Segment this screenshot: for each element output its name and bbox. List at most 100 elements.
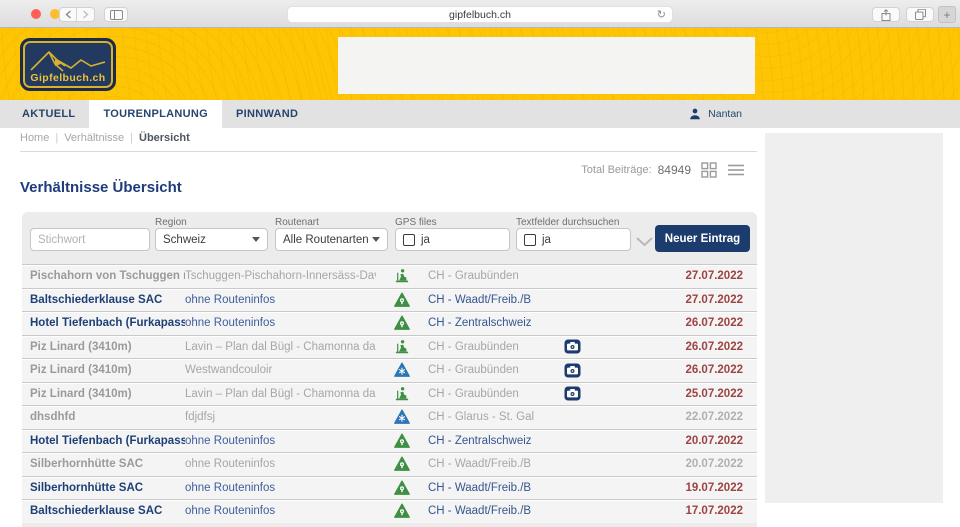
entry-name[interactable]: Pischahorn von Tschuggen na	[22, 270, 185, 282]
entries-table: Pischahorn von Tschuggen na Tschuggen-Pi…	[22, 264, 757, 523]
photo-camera-icon[interactable]	[564, 363, 581, 378]
gps-files-label: GPS files	[395, 217, 437, 228]
entry-date: 20.07.2022	[592, 458, 757, 470]
new-entry-button[interactable]: Neuer Eintrag	[655, 225, 750, 252]
address-bar[interactable]: gipfelbuch.ch ↻	[287, 6, 673, 23]
grid-view-icon[interactable]	[701, 162, 717, 178]
entry-name[interactable]: Silberhornhütte SAC	[22, 458, 185, 470]
textfields-filter: ja	[516, 228, 631, 251]
nav-item-tourenplanung[interactable]: TOURENPLANUNG	[89, 100, 222, 128]
entry-name[interactable]: Piz Linard (3410m)	[22, 388, 185, 400]
collapse-filters-icon[interactable]	[636, 234, 653, 252]
nav-item-pinnwand[interactable]: PINNWAND	[222, 100, 312, 128]
table-row[interactable]: Piz Linard (3410m) Westwandcouloir CH - …	[22, 358, 757, 382]
sidebar-ad-placeholder	[765, 133, 943, 503]
region-select[interactable]: Schweiz	[155, 228, 268, 251]
entry-route[interactable]: Lavin – Plan dal Bügl - Chamonna dal Lin…	[185, 388, 376, 400]
entry-route[interactable]: ohne Routeninfos	[185, 505, 376, 517]
new-tab-button[interactable]: +	[938, 6, 956, 23]
gps-checkbox[interactable]	[403, 234, 415, 246]
entry-name[interactable]: Piz Linard (3410m)	[22, 364, 185, 376]
table-row[interactable]: Silberhornhütte SAC ohne Routeninfos CH …	[22, 452, 757, 476]
entry-date: 26.07.2022	[592, 317, 757, 329]
breadcrumb-separator: |	[55, 132, 58, 144]
entry-type-cell	[376, 433, 428, 449]
nav-item-aktuell[interactable]: AKTUELL	[8, 100, 89, 128]
entry-type-cell	[376, 480, 428, 496]
textfields-checkbox[interactable]	[524, 234, 536, 246]
mountain-hut-icon	[394, 503, 410, 519]
entry-name[interactable]: Silberhornhütte SAC	[22, 482, 185, 494]
reload-icon[interactable]: ↻	[657, 8, 666, 21]
entry-route[interactable]: ohne Routeninfos	[185, 317, 376, 329]
page-title: Verhältnisse Übersicht	[20, 179, 182, 196]
entry-name[interactable]: Piz Linard (3410m)	[22, 341, 185, 353]
entry-name[interactable]: Baltschiederklause SAC	[22, 294, 185, 306]
entry-route[interactable]: ohne Routeninfos	[185, 458, 376, 470]
breadcrumb-link[interactable]: Home	[20, 132, 49, 144]
mountain-hut-icon	[394, 315, 410, 331]
photo-camera-icon[interactable]	[564, 339, 581, 354]
entry-date: 17.07.2022	[592, 505, 757, 517]
mountain-hut-icon	[394, 292, 410, 308]
entry-route[interactable]: Tschuggen-Pischahorn-Innersäss-Davos L	[185, 270, 376, 282]
share-icon[interactable]	[872, 7, 900, 22]
keyword-input[interactable]	[38, 234, 142, 246]
site-header: Gipfelbuch.ch	[0, 28, 960, 100]
snow-tour-icon	[394, 409, 410, 425]
entry-route[interactable]: Westwandcouloir	[185, 364, 376, 376]
list-view-icon[interactable]	[727, 163, 745, 177]
region-label: Region	[155, 217, 187, 228]
entry-route[interactable]: Lavin – Plan dal Bügl - Chamonna dal Lin…	[185, 341, 376, 353]
textfields-value: ja	[542, 234, 551, 246]
entry-type-cell	[376, 409, 428, 425]
table-row[interactable]: dhsdhfd fdjdfsj CH - Glarus - St. Gal 22…	[22, 405, 757, 429]
entry-type-cell	[376, 268, 428, 284]
browser-chrome: gipfelbuch.ch ↻ +	[0, 0, 960, 28]
entry-region: CH - Graubünden	[428, 364, 552, 376]
breadcrumb-link[interactable]: Verhältnisse	[64, 132, 124, 144]
divider	[20, 151, 757, 152]
entry-photo-cell	[552, 363, 592, 378]
entry-name[interactable]: Hotel Tiefenbach (Furkapass)	[22, 317, 185, 329]
entry-region: CH - Graubünden	[428, 388, 552, 400]
table-row[interactable]: Piz Linard (3410m) Lavin – Plan dal Bügl…	[22, 382, 757, 406]
entry-photo-cell	[552, 339, 592, 354]
table-row[interactable]: Baltschiederklause SAC ohne Routeninfos …	[22, 288, 757, 312]
entry-date: 22.07.2022	[592, 411, 757, 423]
entry-date: 26.07.2022	[592, 341, 757, 353]
entry-date: 19.07.2022	[592, 482, 757, 494]
entry-route[interactable]: fdjdfsj	[185, 411, 376, 423]
table-row[interactable]: Silberhornhütte SAC ohne Routeninfos CH …	[22, 476, 757, 500]
user-icon	[688, 107, 702, 121]
table-row[interactable]: Hotel Tiefenbach (Furkapass) ohne Routen…	[22, 429, 757, 453]
sidebar-toggle-icon[interactable]	[104, 7, 128, 22]
site-logo[interactable]: Gipfelbuch.ch	[20, 38, 116, 91]
browser-forward-button[interactable]	[77, 7, 95, 22]
entry-region: CH - Zentralschweiz	[428, 317, 552, 329]
entry-name[interactable]: Baltschiederklause SAC	[22, 505, 185, 517]
routetype-select[interactable]: Alle Routenarten	[275, 228, 388, 251]
entry-type-cell	[376, 292, 428, 308]
routetype-value: Alle Routenarten	[283, 234, 369, 246]
routetype-label: Routenart	[275, 217, 319, 228]
table-row[interactable]: Hotel Tiefenbach (Furkapass) ohne Routen…	[22, 311, 757, 335]
entry-route[interactable]: ohne Routeninfos	[185, 435, 376, 447]
entry-name[interactable]: Hotel Tiefenbach (Furkapass)	[22, 435, 185, 447]
entry-name[interactable]: dhsdhfd	[22, 411, 185, 423]
table-row[interactable]: Pischahorn von Tschuggen na Tschuggen-Pi…	[22, 264, 757, 288]
close-window-icon[interactable]	[31, 9, 41, 19]
entry-route[interactable]: ohne Routeninfos	[185, 482, 376, 494]
snow-tour-icon	[394, 362, 410, 378]
browser-back-button[interactable]	[59, 7, 77, 22]
entry-photo-cell	[552, 386, 592, 401]
entry-region: CH - Zentralschweiz	[428, 435, 552, 447]
table-row[interactable]: Piz Linard (3410m) Lavin – Plan dal Bügl…	[22, 335, 757, 359]
photo-camera-icon[interactable]	[564, 386, 581, 401]
tab-overview-icon[interactable]	[906, 7, 934, 22]
entry-type-cell	[376, 315, 428, 331]
mountain-hut-icon	[394, 480, 410, 496]
user-menu[interactable]: Nantan	[688, 100, 742, 128]
entry-route[interactable]: ohne Routeninfos	[185, 294, 376, 306]
table-row[interactable]: Baltschiederklause SAC ohne Routeninfos …	[22, 499, 757, 523]
